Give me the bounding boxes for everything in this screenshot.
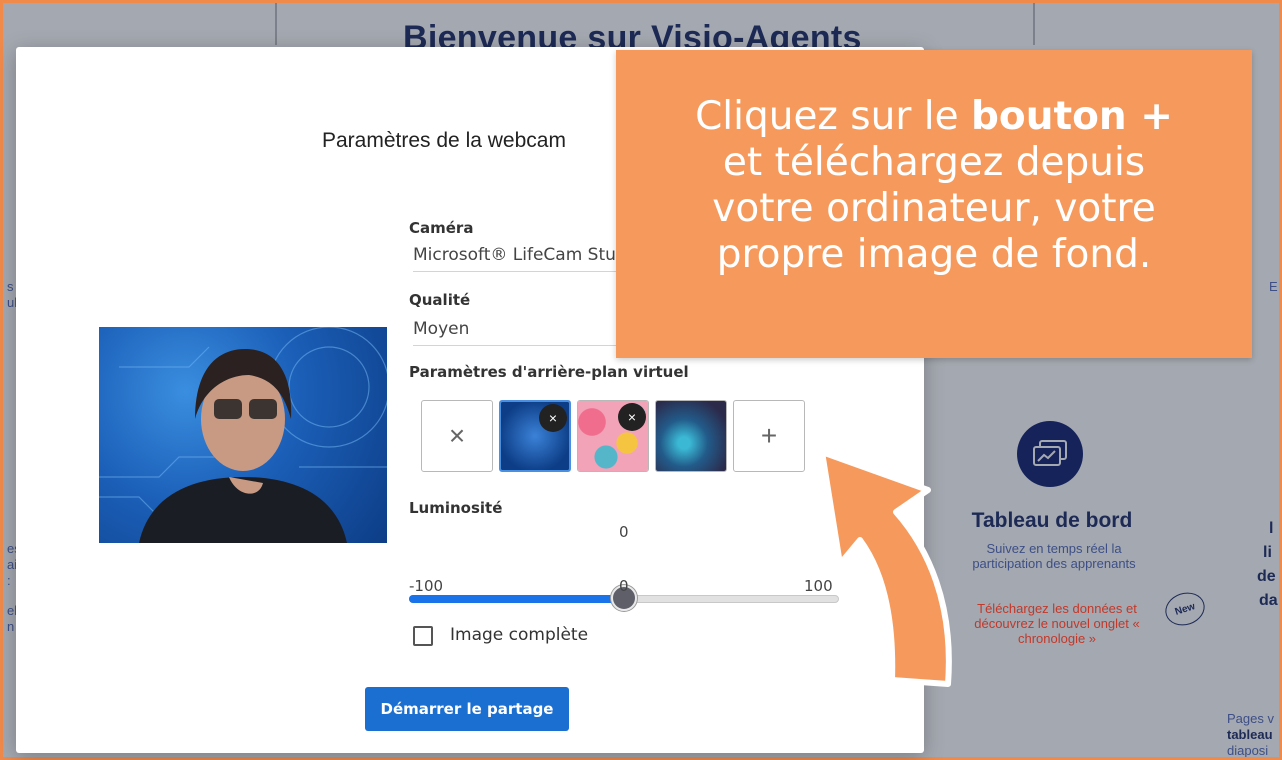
brightness-label: Luminosité xyxy=(409,499,503,517)
background-option-bokeh[interactable] xyxy=(655,400,727,472)
callout-line: propre image de fond. xyxy=(716,232,1152,277)
plus-icon: + xyxy=(760,420,778,451)
callout-line: et téléchargez depuis xyxy=(722,140,1146,185)
bg-divider xyxy=(275,3,277,45)
bg-card-highlight: Téléchargez les données et découvrez le … xyxy=(974,601,1140,646)
bg-fragment: tableau xyxy=(1227,727,1273,742)
brightness-current-value: 0 xyxy=(619,523,629,541)
bg-fragment: Pages v xyxy=(1227,711,1274,726)
bg-divider xyxy=(1033,3,1035,45)
curved-arrow-icon xyxy=(819,449,952,687)
brightness-mid-label: 0 xyxy=(619,577,629,595)
start-sharing-button[interactable]: Démarrer le partage xyxy=(365,687,569,731)
bg-fragment: da xyxy=(1259,592,1278,609)
bg-fragment: E xyxy=(1269,279,1278,294)
full-image-checkbox[interactable] xyxy=(413,626,433,646)
bg-fragment: l xyxy=(1269,520,1274,537)
background-option-blue-tech[interactable]: × xyxy=(499,400,571,472)
brightness-min-label: -100 xyxy=(409,577,444,595)
tutorial-callout: Cliquez sur le bouton + et téléchargez d… xyxy=(616,50,1252,358)
bg-fragment: diaposi xyxy=(1227,743,1269,758)
remove-background-icon[interactable]: × xyxy=(618,403,646,431)
add-background-button[interactable]: + xyxy=(733,400,805,472)
camera-label: Caméra xyxy=(409,219,474,237)
virtual-bg-label: Paramètres d'arrière-plan virtuel xyxy=(409,363,689,381)
bg-fragment: de xyxy=(1257,568,1276,585)
callout-emphasis: bouton + xyxy=(971,94,1173,139)
bg-fragment: n xyxy=(7,619,15,634)
dashboard-icon xyxy=(1017,421,1083,487)
virtual-bg-options: × × × + xyxy=(421,400,805,472)
background-thumbnail xyxy=(656,401,726,471)
quality-label: Qualité xyxy=(409,291,471,309)
webcam-preview xyxy=(99,327,387,543)
new-badge: New xyxy=(1161,587,1209,631)
bg-fragment: : xyxy=(7,573,11,588)
close-icon: × xyxy=(448,420,466,451)
no-background-option[interactable]: × xyxy=(421,400,493,472)
callout-text: Cliquez sur le xyxy=(695,94,971,139)
callout-line: Cliquez sur le bouton + xyxy=(616,94,1252,140)
bg-card-description: Suivez en temps réel la participation de… xyxy=(972,541,1136,571)
callout-line: votre ordinateur, votre xyxy=(712,186,1156,231)
brightness-slider-fill xyxy=(409,595,624,603)
full-image-label: Image complète xyxy=(450,625,589,645)
bg-card-title: Tableau de bord xyxy=(971,509,1133,532)
bg-fragment: li xyxy=(1263,544,1272,561)
modal-title: Paramètres de la webcam xyxy=(322,129,566,152)
background-option-colorful[interactable]: × xyxy=(577,400,649,472)
remove-background-icon[interactable]: × xyxy=(539,404,567,432)
bg-fragment: s xyxy=(7,279,14,294)
